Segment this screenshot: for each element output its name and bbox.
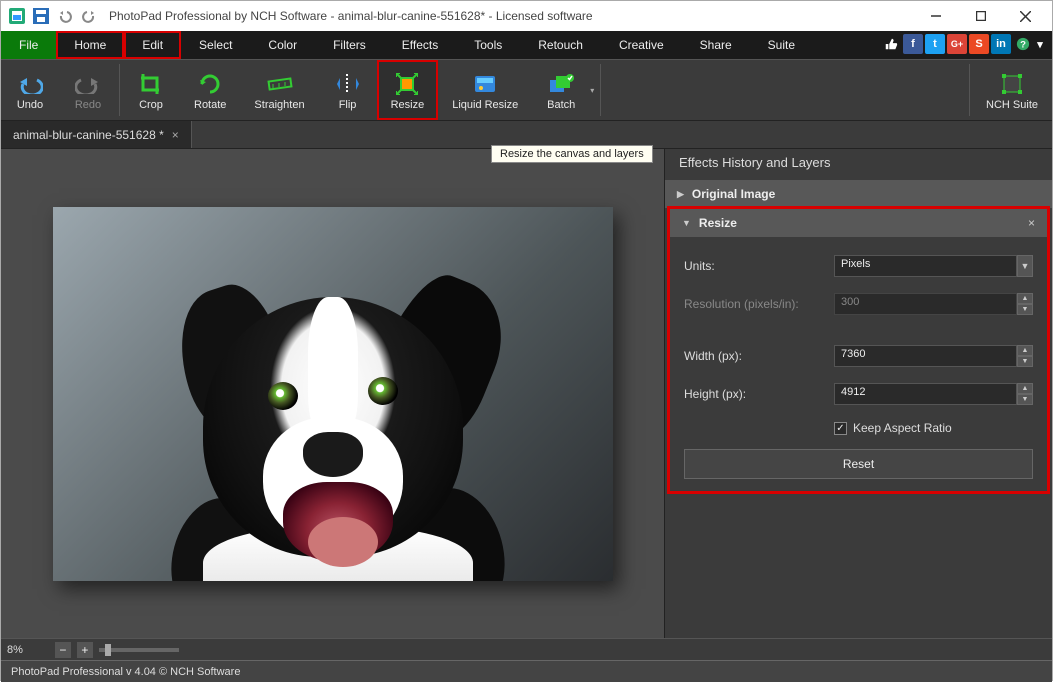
panel-close-icon[interactable]: ×	[1028, 216, 1035, 230]
undo-icon	[16, 70, 44, 98]
batch-button[interactable]: Batch	[532, 60, 590, 120]
document-tab[interactable]: animal-blur-canine-551628 * ×	[1, 121, 192, 148]
crop-button[interactable]: Crop	[122, 60, 180, 120]
redo-icon	[74, 70, 102, 98]
canvas-image	[53, 207, 613, 581]
liquid-resize-label: Liquid Resize	[452, 99, 518, 111]
flip-icon	[334, 70, 362, 98]
zoom-in-button[interactable]: +	[77, 642, 93, 658]
resize-title: Resize	[699, 216, 737, 230]
twitter-icon[interactable]: t	[925, 34, 945, 54]
rotate-icon	[196, 70, 224, 98]
nch-suite-icon	[998, 70, 1026, 98]
height-spinner[interactable]: ▲▼	[1017, 383, 1033, 405]
resize-bar[interactable]: ▼ Resize ×	[670, 209, 1047, 237]
tab-close-icon[interactable]: ×	[172, 128, 179, 142]
like-icon[interactable]	[881, 34, 901, 54]
resolution-label: Resolution (pixels/in):	[684, 297, 834, 311]
panel-header: Effects History and Layers	[665, 149, 1052, 180]
keep-aspect-checkbox[interactable]: ✓ Keep Aspect Ratio	[834, 421, 952, 435]
width-label: Width (px):	[684, 349, 834, 363]
menu-retouch[interactable]: Retouch	[520, 31, 601, 59]
zoom-out-button[interactable]: −	[55, 642, 71, 658]
resize-tooltip: Resize the canvas and layers	[491, 145, 653, 163]
width-spinner[interactable]: ▲▼	[1017, 345, 1033, 367]
resize-button[interactable]: Resize	[377, 60, 439, 120]
rotate-label: Rotate	[194, 99, 226, 111]
checkbox-icon: ✓	[834, 422, 847, 435]
undo-button[interactable]: Undo	[1, 60, 59, 120]
straighten-label: Straighten	[254, 99, 304, 111]
original-image-bar[interactable]: ▶ Original Image	[665, 180, 1052, 208]
save-icon[interactable]	[30, 5, 52, 27]
menu-select[interactable]: Select	[181, 31, 250, 59]
keep-aspect-label: Keep Aspect Ratio	[853, 421, 952, 435]
zoom-slider[interactable]	[99, 648, 179, 652]
menu-color[interactable]: Color	[250, 31, 315, 59]
height-label: Height (px):	[684, 387, 834, 401]
original-image-label: Original Image	[692, 187, 775, 201]
liquid-resize-button[interactable]: Liquid Resize	[438, 60, 532, 120]
undo-label: Undo	[17, 99, 43, 111]
document-tab-label: animal-blur-canine-551628 *	[13, 128, 164, 142]
straighten-icon	[266, 70, 294, 98]
flip-label: Flip	[339, 99, 357, 111]
resolution-input: 300	[834, 293, 1017, 315]
status-bar: PhotoPad Professional v 4.04 © NCH Softw…	[1, 660, 1052, 682]
crop-icon	[137, 70, 165, 98]
redo-button[interactable]: Redo	[59, 60, 117, 120]
redo-label: Redo	[75, 99, 101, 111]
nch-suite-button[interactable]: NCH Suite	[972, 60, 1052, 120]
svg-text:?: ?	[1020, 40, 1026, 51]
batch-label: Batch	[547, 99, 575, 111]
app-icon	[6, 5, 28, 27]
linkedin-icon[interactable]: in	[991, 34, 1011, 54]
maximize-button[interactable]	[958, 1, 1003, 31]
menu-effects[interactable]: Effects	[384, 31, 456, 59]
units-select[interactable]: Pixels	[834, 255, 1017, 277]
zoom-percent: 8%	[7, 644, 23, 656]
units-label: Units:	[684, 259, 834, 273]
batch-dropdown-icon[interactable]: ▾	[590, 60, 598, 120]
redo-icon[interactable]	[78, 5, 100, 27]
menu-suite[interactable]: Suite	[750, 31, 813, 59]
help-dropdown-icon[interactable]: ▾	[1035, 34, 1045, 54]
menu-tools[interactable]: Tools	[456, 31, 520, 59]
reset-button[interactable]: Reset	[684, 449, 1033, 479]
stumble-icon[interactable]: S	[969, 34, 989, 54]
crop-label: Crop	[139, 99, 163, 111]
width-input[interactable]: 7360	[834, 345, 1017, 367]
height-input[interactable]: 4912	[834, 383, 1017, 405]
menu-filters[interactable]: Filters	[315, 31, 384, 59]
minimize-button[interactable]	[913, 1, 958, 31]
units-dropdown-icon[interactable]: ▼	[1017, 255, 1033, 277]
help-icon[interactable]: ?	[1013, 34, 1033, 54]
undo-icon[interactable]	[54, 5, 76, 27]
batch-icon	[547, 70, 575, 98]
resize-icon	[393, 70, 421, 98]
facebook-icon[interactable]: f	[903, 34, 923, 54]
close-button[interactable]	[1003, 1, 1048, 31]
expand-icon: ▼	[682, 218, 691, 228]
menu-file[interactable]: File	[1, 31, 56, 59]
menu-home[interactable]: Home	[56, 31, 124, 59]
window-title: PhotoPad Professional by NCH Software - …	[101, 9, 913, 23]
collapse-icon: ▶	[677, 189, 684, 200]
rotate-button[interactable]: Rotate	[180, 60, 240, 120]
resize-panel: ▼ Resize × Units: Pixels ▼ Resolution (p…	[667, 206, 1050, 494]
menu-share[interactable]: Share	[682, 31, 750, 59]
resize-label: Resize	[391, 99, 425, 111]
canvas-area[interactable]: Resize the canvas and layers	[1, 149, 664, 638]
menu-creative[interactable]: Creative	[601, 31, 682, 59]
menu-edit[interactable]: Edit	[124, 31, 181, 59]
straighten-button[interactable]: Straighten	[240, 60, 318, 120]
liquid-resize-icon	[471, 70, 499, 98]
resolution-spinner: ▲▼	[1017, 293, 1033, 315]
nch-suite-label: NCH Suite	[986, 99, 1038, 111]
googleplus-icon[interactable]: G+	[947, 34, 967, 54]
flip-button[interactable]: Flip	[319, 60, 377, 120]
